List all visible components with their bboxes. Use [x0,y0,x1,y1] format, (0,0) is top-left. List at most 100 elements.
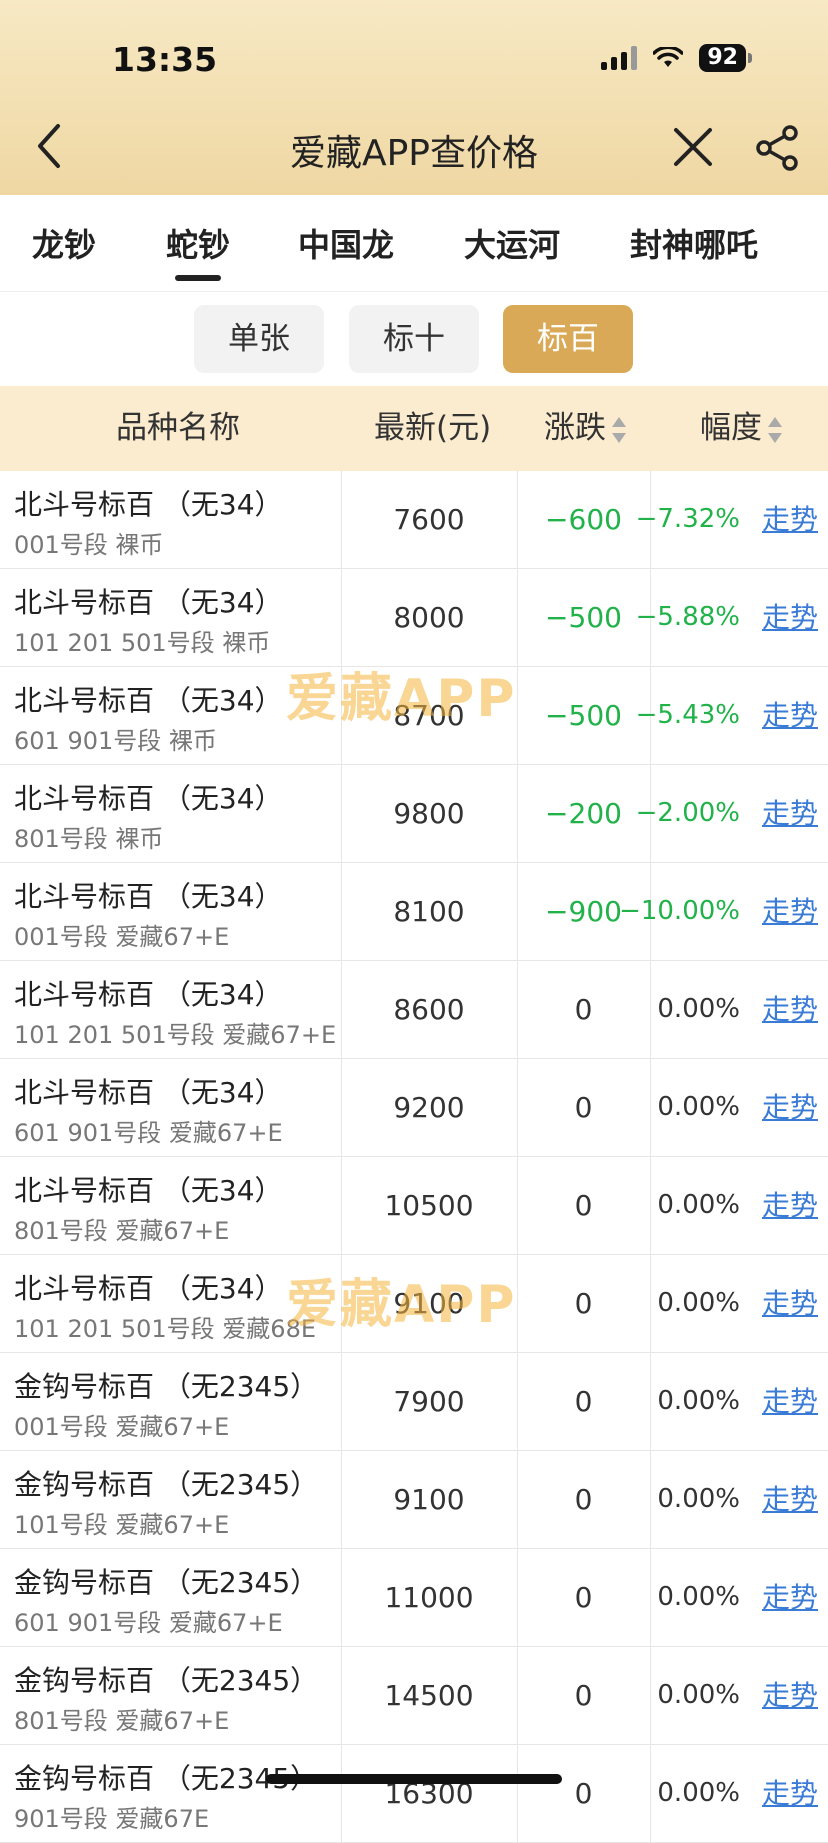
trend-link[interactable]: 走势 [762,1353,818,1450]
item-subtitle: 601 901号段 爱藏67+E [14,1119,283,1147]
battery-icon: 92 [699,44,752,72]
cell-price: 9100 [341,1451,518,1548]
item-name: 北斗号标百 （无34） [14,586,283,619]
header-pct-sort[interactable]: 幅度 [700,386,782,471]
item-subtitle: 101号段 爱藏67+E [14,1511,230,1539]
item-subtitle: 601 901号段 裸币 [14,727,217,755]
cell-name: 北斗号标百 （无34） 101 201 501号段 爱藏67+E [0,961,342,1058]
signal-icon [601,46,638,70]
table-row[interactable]: 北斗号标百 （无34） 801号段 爱藏67+E 10500 0 0.00% 走势 [0,1157,828,1255]
cell-change: 0 [517,1549,651,1646]
cell-pct: −2.00% 走势 [636,765,828,862]
table-row[interactable]: 北斗号标百 （无34） 101 201 501号段 爱藏68E 9100 0 0.00%… [0,1255,828,1353]
pct-value: 0.00% [657,1484,740,1514]
cell-price: 9100 [341,1255,518,1352]
table-row[interactable]: 北斗号标百 （无34） 101 201 501号段 裸币 8000 −500 −5.88… [0,569,828,667]
cell-pct: 0.00% 走势 [650,1647,828,1744]
table-row[interactable]: 北斗号标百 （无34） 601 901号段 裸币 8700 −500 −5.43% 走势 [0,667,828,765]
table-header: 品种名称 最新(元) 涨跌 幅度 [0,386,828,471]
item-subtitle: 801号段 爱藏67+E [14,1217,230,1245]
item-name: 北斗号标百 （无34） [14,1076,283,1109]
table-row[interactable]: 北斗号标百 （无34） 801号段 裸币 9800 −200 −2.00% 走势 [0,765,828,863]
cell-change: 0 [517,1255,651,1352]
cell-name: 金钩号标百 （无2345） 601 901号段 爱藏67+E [0,1549,342,1646]
table-row[interactable]: 金钩号标百 （无2345） 001号段 爱藏67+E 7900 0 0.00% 走势 [0,1353,828,1451]
segment-ten[interactable]: 标十 [349,305,479,373]
cell-change: −500 [517,667,651,764]
cell-price: 9200 [341,1059,518,1156]
trend-link[interactable]: 走势 [762,1157,818,1254]
trend-link[interactable]: 走势 [762,1255,818,1352]
cell-pct: −7.32% 走势 [636,471,828,568]
table-row[interactable]: 金钩号标百 （无2345） 801号段 爱藏67+E 14500 0 0.00% 走势 [0,1647,828,1745]
header-pct-label: 幅度 [700,410,762,446]
trend-link[interactable]: 走势 [762,471,818,568]
pct-value: 0.00% [657,994,740,1024]
trend-link[interactable]: 走势 [762,863,818,960]
category-tabs: 龙钞 蛇钞 中国龙 大运河 封神哪吒 [0,195,828,292]
pct-value: −5.88% [635,602,740,632]
item-subtitle: 901号段 爱藏67E [14,1805,210,1833]
segment-single[interactable]: 单张 [194,305,324,373]
sort-icon [612,416,626,443]
header-price: 最新(元) [374,410,492,446]
close-icon[interactable] [670,124,716,170]
cell-name: 北斗号标百 （无34） 101 201 501号段 爱藏68E [0,1255,342,1352]
cell-pct: 0.00% 走势 [650,1745,828,1842]
trend-link[interactable]: 走势 [762,1745,818,1842]
cell-change: 0 [517,1059,651,1156]
cell-price: 16300 [341,1745,518,1842]
cell-price: 7600 [341,471,518,568]
item-subtitle: 801号段 爱藏67+E [14,1707,230,1735]
cell-change: 0 [517,1157,651,1254]
tab-dayunhe[interactable]: 大运河 [464,220,560,266]
item-subtitle: 601 901号段 爱藏67+E [14,1609,283,1637]
pct-value: −10.00% [619,896,740,926]
item-subtitle: 001号段 爱藏67+E [14,1413,230,1441]
header-change-sort[interactable]: 涨跌 [544,386,626,471]
table-row[interactable]: 金钩号标百 （无2345） 601 901号段 爱藏67+E 11000 0 0.00%… [0,1549,828,1647]
table-row[interactable]: 金钩号标百 （无2345） 101号段 爱藏67+E 9100 0 0.00% 走势 [0,1451,828,1549]
segment-hundred[interactable]: 标百 [503,305,633,373]
table-row[interactable]: 北斗号标百 （无34） 101 201 501号段 爱藏67+E 8600 0 0.00… [0,961,828,1059]
trend-link[interactable]: 走势 [762,765,818,862]
tab-longchao[interactable]: 龙钞 [32,220,96,266]
table-row[interactable]: 北斗号标百 （无34） 001号段 爱藏67+E 8100 −900 −10.00% 走势 [0,863,828,961]
cell-price: 8100 [341,863,518,960]
tab-shechao[interactable]: 蛇钞 [166,220,230,266]
trend-link[interactable]: 走势 [762,667,818,764]
cell-change: 0 [517,1745,651,1842]
item-subtitle: 101 201 501号段 裸币 [14,629,271,657]
item-name: 金钩号标百 （无2345） [14,1468,319,1501]
cell-name: 金钩号标百 （无2345） 801号段 爱藏67+E [0,1647,342,1744]
item-name: 北斗号标百 （无34） [14,488,283,521]
cell-name: 北斗号标百 （无34） 601 901号段 爱藏67+E [0,1059,342,1156]
item-subtitle: 001号段 爱藏67+E [14,923,230,951]
cell-change: −200 [517,765,651,862]
cell-price: 8600 [341,961,518,1058]
active-tab-indicator [175,275,221,281]
cell-pct: −10.00% 走势 [619,863,828,960]
trend-link[interactable]: 走势 [762,1451,818,1548]
pct-value: 0.00% [657,1582,740,1612]
cell-name: 北斗号标百 （无34） 001号段 爱藏67+E [0,863,342,960]
table-row[interactable]: 金钩号标百 （无2345） 901号段 爱藏67E 16300 0 0.00% 走势 [0,1745,828,1843]
cell-pct: 0.00% 走势 [650,1549,828,1646]
tab-fengshen-nezha[interactable]: 封神哪吒 [630,220,758,266]
header-name: 品种名称 [116,410,240,446]
cell-name: 北斗号标百 （无34） 801号段 爱藏67+E [0,1157,342,1254]
trend-link[interactable]: 走势 [762,1647,818,1744]
top-bar: 13:35 92 爱藏APP查价格 [0,0,828,195]
table-row[interactable]: 北斗号标百 （无34） 601 901号段 爱藏67+E 9200 0 0.00% 走势 [0,1059,828,1157]
table-row[interactable]: 北斗号标百 （无34） 001号段 裸币 7600 −600 −7.32% 走势 [0,471,828,569]
item-name: 金钩号标百 （无2345） [14,1664,319,1697]
item-subtitle: 801号段 裸币 [14,825,164,853]
trend-link[interactable]: 走势 [762,1059,818,1156]
cell-price: 11000 [341,1549,518,1646]
trend-link[interactable]: 走势 [762,569,818,666]
trend-link[interactable]: 走势 [762,1549,818,1646]
trend-link[interactable]: 走势 [762,961,818,1058]
cell-price: 10500 [341,1157,518,1254]
tab-zhongguolong[interactable]: 中国龙 [298,220,394,266]
share-icon[interactable] [752,123,802,173]
